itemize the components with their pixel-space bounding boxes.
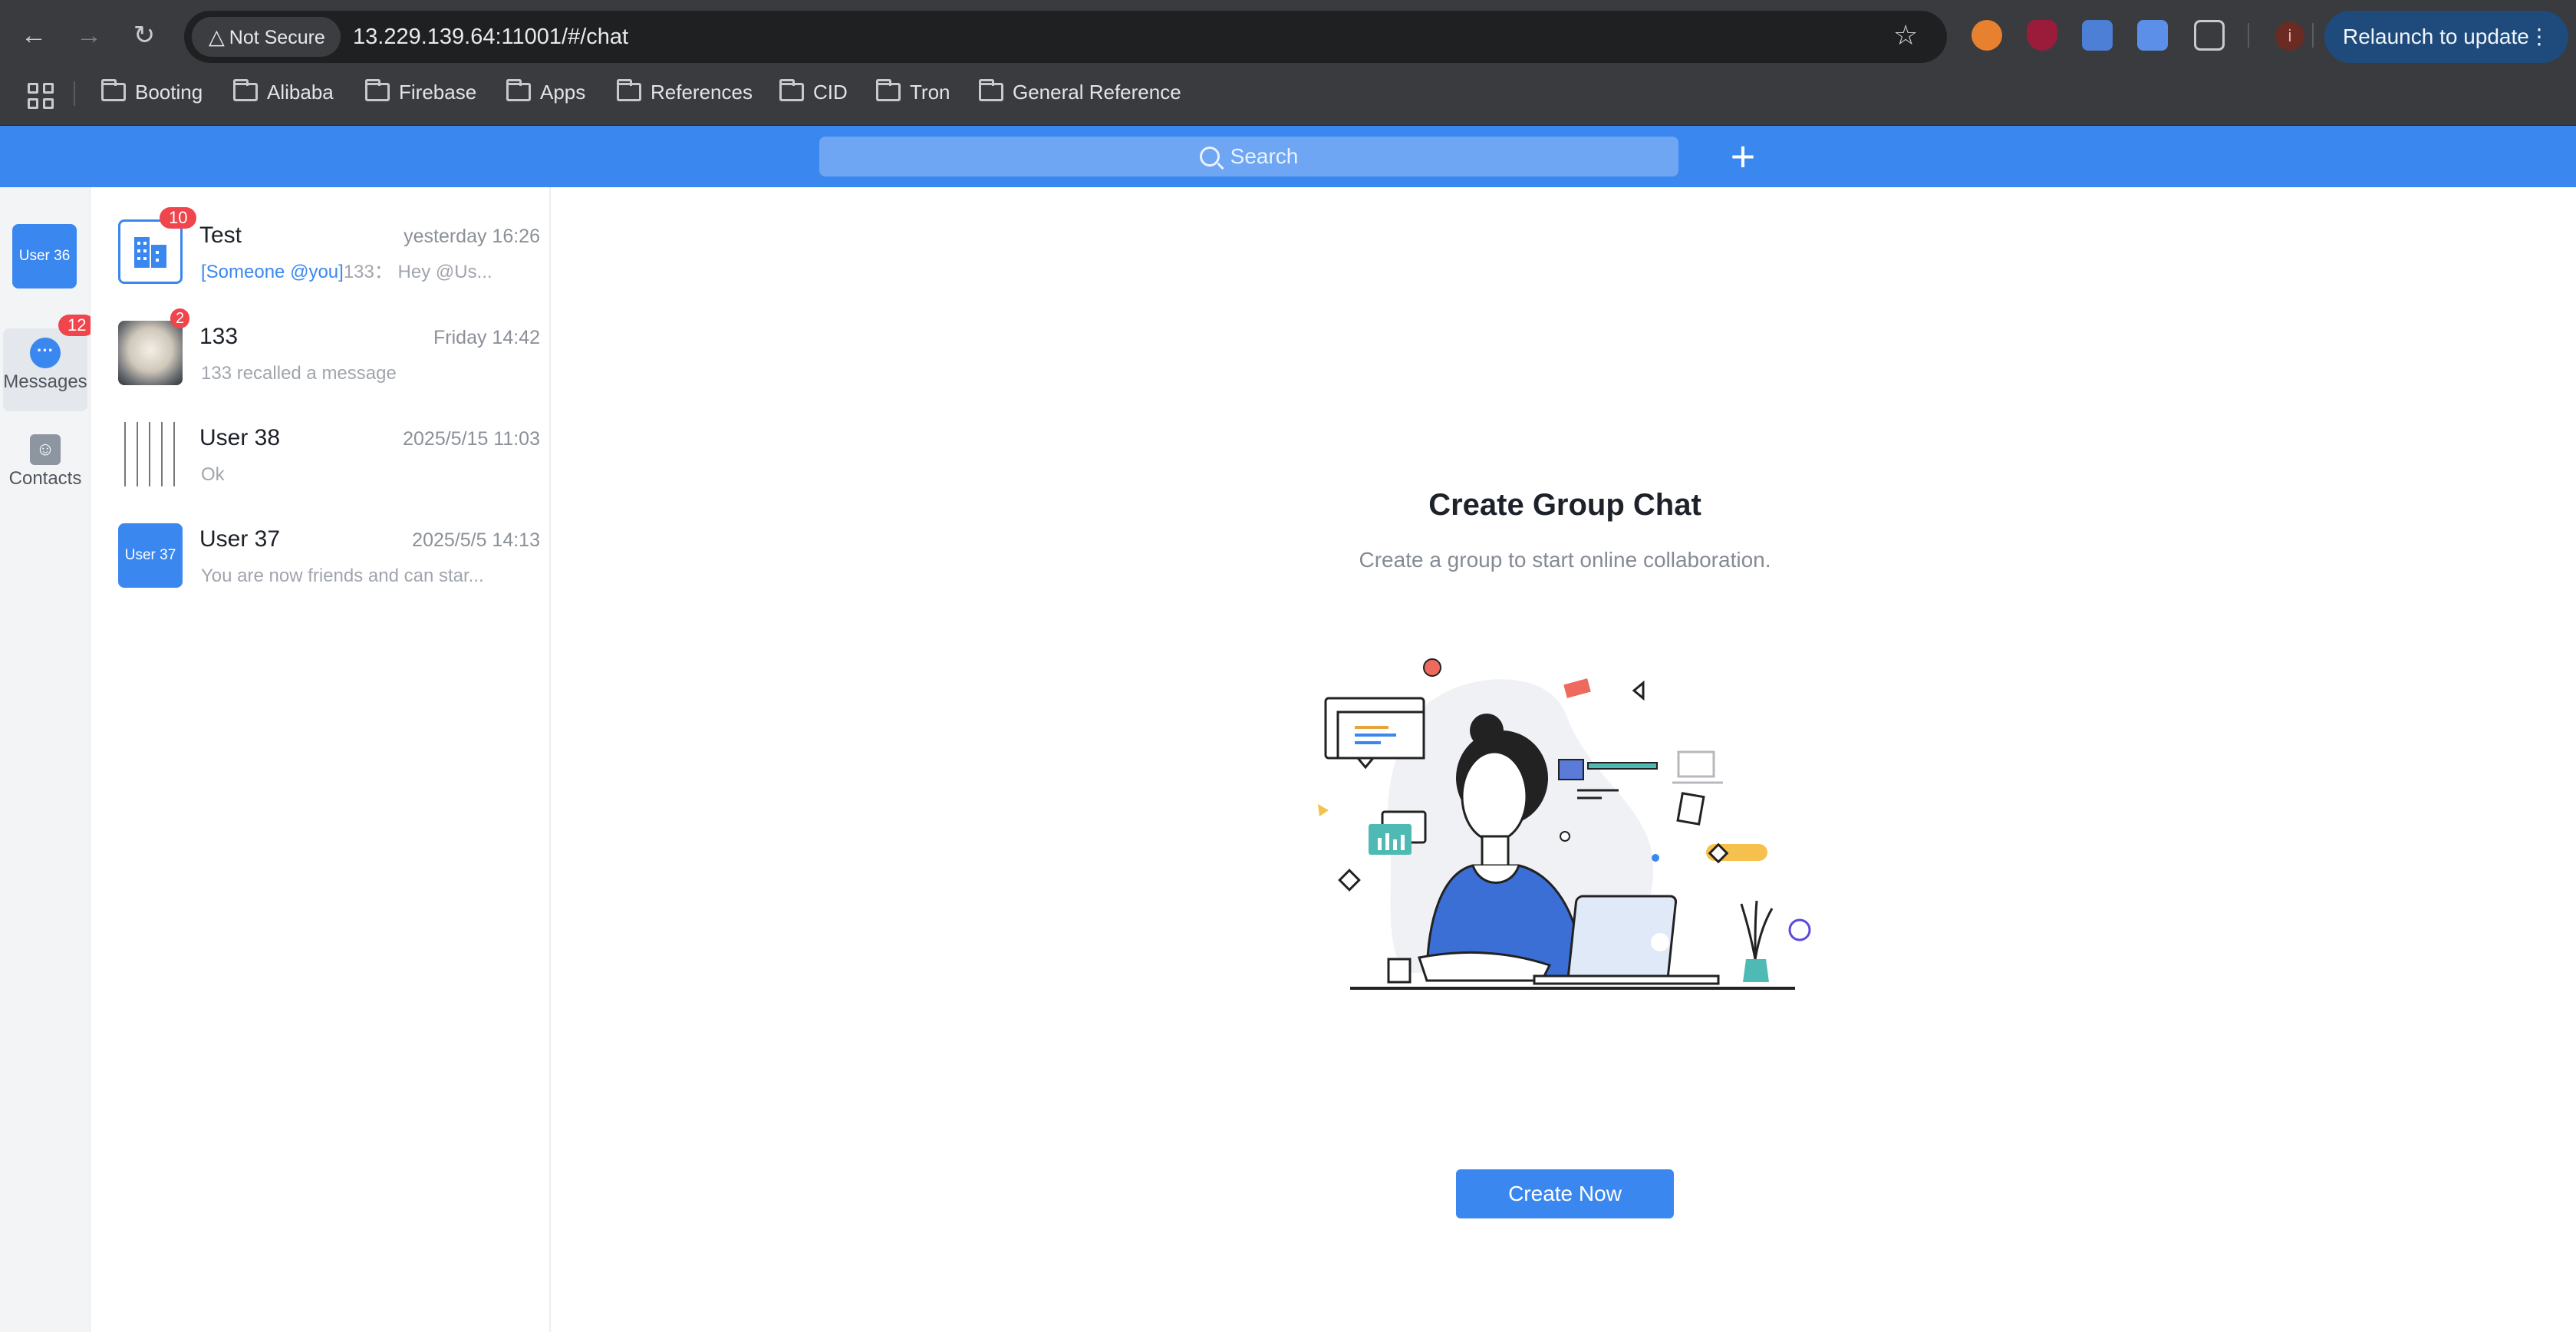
contacts-book-icon: ☺ [30,434,61,465]
conversation-item[interactable]: Test yesterday 16:26 [Someone @you]133： … [118,219,540,312]
conversation-time: Friday 14:42 [433,327,540,348]
reload-icon[interactable]: ↻ [126,17,163,54]
forward-icon[interactable]: → [71,17,107,54]
app-window: ← → ↻ △ Not Secure 13.229.139.64:11001/#/… [0,0,2576,1332]
group-avatar [118,219,183,284]
folder-icon [101,79,126,101]
group-chat-illustration [1318,658,1811,990]
bookmark-folder[interactable]: Booting [101,78,203,106]
folder-icon [365,79,390,101]
folder-icon [779,79,804,101]
apps-grid-icon[interactable] [28,83,54,109]
bookmark-folder[interactable]: Tron [876,78,950,106]
folder-icon [506,79,531,101]
conversation-preview: You are now friends and can star... [201,565,484,586]
search-icon [1199,147,1220,166]
more-menu-icon[interactable]: ⋮ [2528,11,2550,63]
user-avatar[interactable]: User 36 [12,224,77,288]
profile-avatar[interactable]: i [2275,21,2304,51]
preview-text: 133： Hey @Us... [343,262,492,282]
empty-state-subtitle: Create a group to start online collabora… [1359,548,1771,572]
translate-extension-icon[interactable] [2137,20,2168,51]
conversation-name: Test [199,223,242,248]
back-icon[interactable]: ← [15,17,52,54]
unread-badge: 2 [170,308,190,328]
metamask-extension-icon[interactable] [1972,20,2002,51]
folder-icon [617,79,641,101]
ublock-extension-icon[interactable] [2027,20,2057,51]
conversation-time: 2025/5/5 14:13 [412,529,540,551]
lightbulb-avatar [118,321,183,385]
conversation-time: yesterday 16:26 [404,226,540,247]
conversation-item[interactable]: 133 Friday 14:42 133 recalled a message [118,321,540,413]
bookmark-folder[interactable]: Firebase [365,78,476,106]
bookmark-folder[interactable]: Apps [506,78,585,106]
warning-icon: △ [209,25,225,48]
toolbar-divider [2312,23,2314,48]
conversation-preview: Ok [201,464,225,485]
conversation-name: User 38 [199,425,281,450]
relaunch-button[interactable]: Relaunch to update ⋮ [2324,11,2568,63]
bookmark-folder[interactable]: References [617,78,753,106]
security-chip[interactable]: △ Not Secure [192,17,341,57]
search-input[interactable]: Search [819,137,1678,176]
conversation-name: 133 [199,324,239,349]
nav-messages[interactable]: ··· Messages [3,328,87,411]
url-text[interactable]: 13.229.139.64:11001/#/chat [353,21,628,52]
extension-icon[interactable] [2082,20,2113,51]
folder-icon [876,79,901,101]
bookmark-star-icon[interactable]: ☆ [1893,17,1918,54]
conversation-preview: 133 recalled a message [201,363,397,384]
nav-messages-label: Messages [3,371,87,392]
bookmarks-divider [74,81,75,106]
bookmark-folder[interactable]: General Reference [979,78,1181,106]
add-button[interactable]: + [1724,135,1761,178]
puzzle-extensions-icon[interactable] [2194,20,2225,51]
toolbar-divider [2248,23,2249,48]
conversation-item[interactable]: User 37 User 37 2025/5/5 14:13 You are n… [118,523,540,615]
mention-tag: [Someone @you] [201,262,344,282]
folder-icon [979,79,1003,101]
building-icon [134,237,166,268]
chat-bubble-icon: ··· [30,338,61,368]
people-avatar [118,422,183,486]
unread-badge: 10 [160,207,197,229]
bookmark-folder[interactable]: CID [779,78,848,106]
empty-state-title: Create Group Chat [1428,488,1701,522]
create-now-button[interactable]: Create Now [1456,1169,1674,1218]
conversation-time: 2025/5/15 11:03 [403,428,540,450]
user-avatar: User 37 [118,523,183,588]
conversation-preview: [Someone @you]133： Hey @Us... [201,259,539,285]
bookmark-folder[interactable]: Alibaba [233,78,334,106]
nav-contacts-label: Contacts [8,468,82,489]
conversation-name: User 37 [199,526,281,552]
folder-icon [233,79,258,101]
nav-contacts[interactable]: ☺ Contacts [3,425,87,508]
conversation-item[interactable]: User 38 2025/5/15 11:03 Ok [118,422,540,514]
